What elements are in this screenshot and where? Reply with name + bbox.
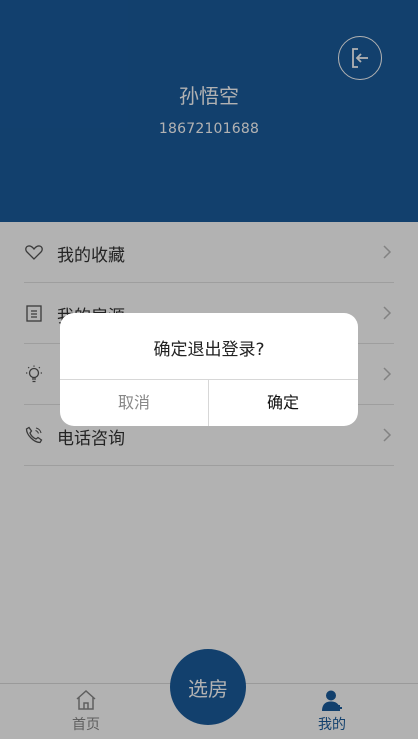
profile-screen: 孙悟空 18672101688 我的收藏 我的房源 [0,0,418,739]
logout-confirm-dialog: 确定退出登录? 取消 确定 [60,313,358,426]
dialog-title: 确定退出登录? [153,340,265,360]
cancel-button[interactable]: 取消 [60,380,208,426]
confirm-button[interactable]: 确定 [209,380,357,426]
